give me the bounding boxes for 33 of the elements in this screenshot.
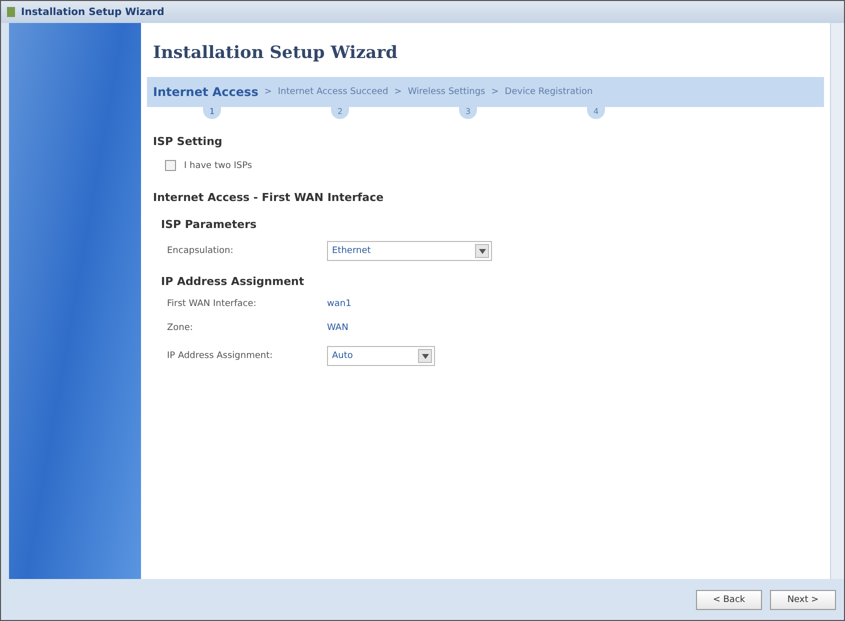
field-label: Zone: [167,323,194,333]
checkbox-label: I have two ISPs [184,160,252,170]
checkbox[interactable] [165,160,176,171]
dropdown[interactable]: Ethernet [327,241,492,261]
wizard-heading: Installation Setup Wizard [152,42,398,65]
wizard-step: Device Registration [504,87,593,97]
wizard-button[interactable]: Next > [770,590,836,610]
wizard-step: Wireless Settings [408,87,486,97]
group-title: IP Address Assignment [160,274,306,290]
scrollbar[interactable] [830,23,844,579]
caret-icon [422,354,428,358]
window-title: Installation Setup Wizard [21,6,164,18]
field-value: wan1 [327,299,352,309]
separator: > [491,87,499,97]
section-title: Internet Access - First WAN Interface [152,190,385,206]
dropdown[interactable]: Auto [327,346,435,366]
field-label: First WAN Interface: [167,299,258,309]
step-number: 1 [203,107,221,119]
caret-icon [478,248,486,254]
wizard-step: Internet Access [153,85,258,99]
wizard-button[interactable]: < Back [696,590,762,610]
separator: > [394,87,402,97]
step-number: 3 [459,107,477,119]
separator: > [264,87,272,97]
field-label: Encapsulation: [167,246,234,256]
step-number: 4 [587,107,605,119]
section-title: ISP Setting [152,134,224,150]
wizard-step: Internet Access Succeed [278,87,388,97]
field-value: WAN [327,323,348,333]
group-title: ISP Parameters [160,217,258,233]
field-label: IP Address Assignment: [167,351,274,361]
app-icon [7,7,15,17]
step-number: 2 [331,107,349,119]
